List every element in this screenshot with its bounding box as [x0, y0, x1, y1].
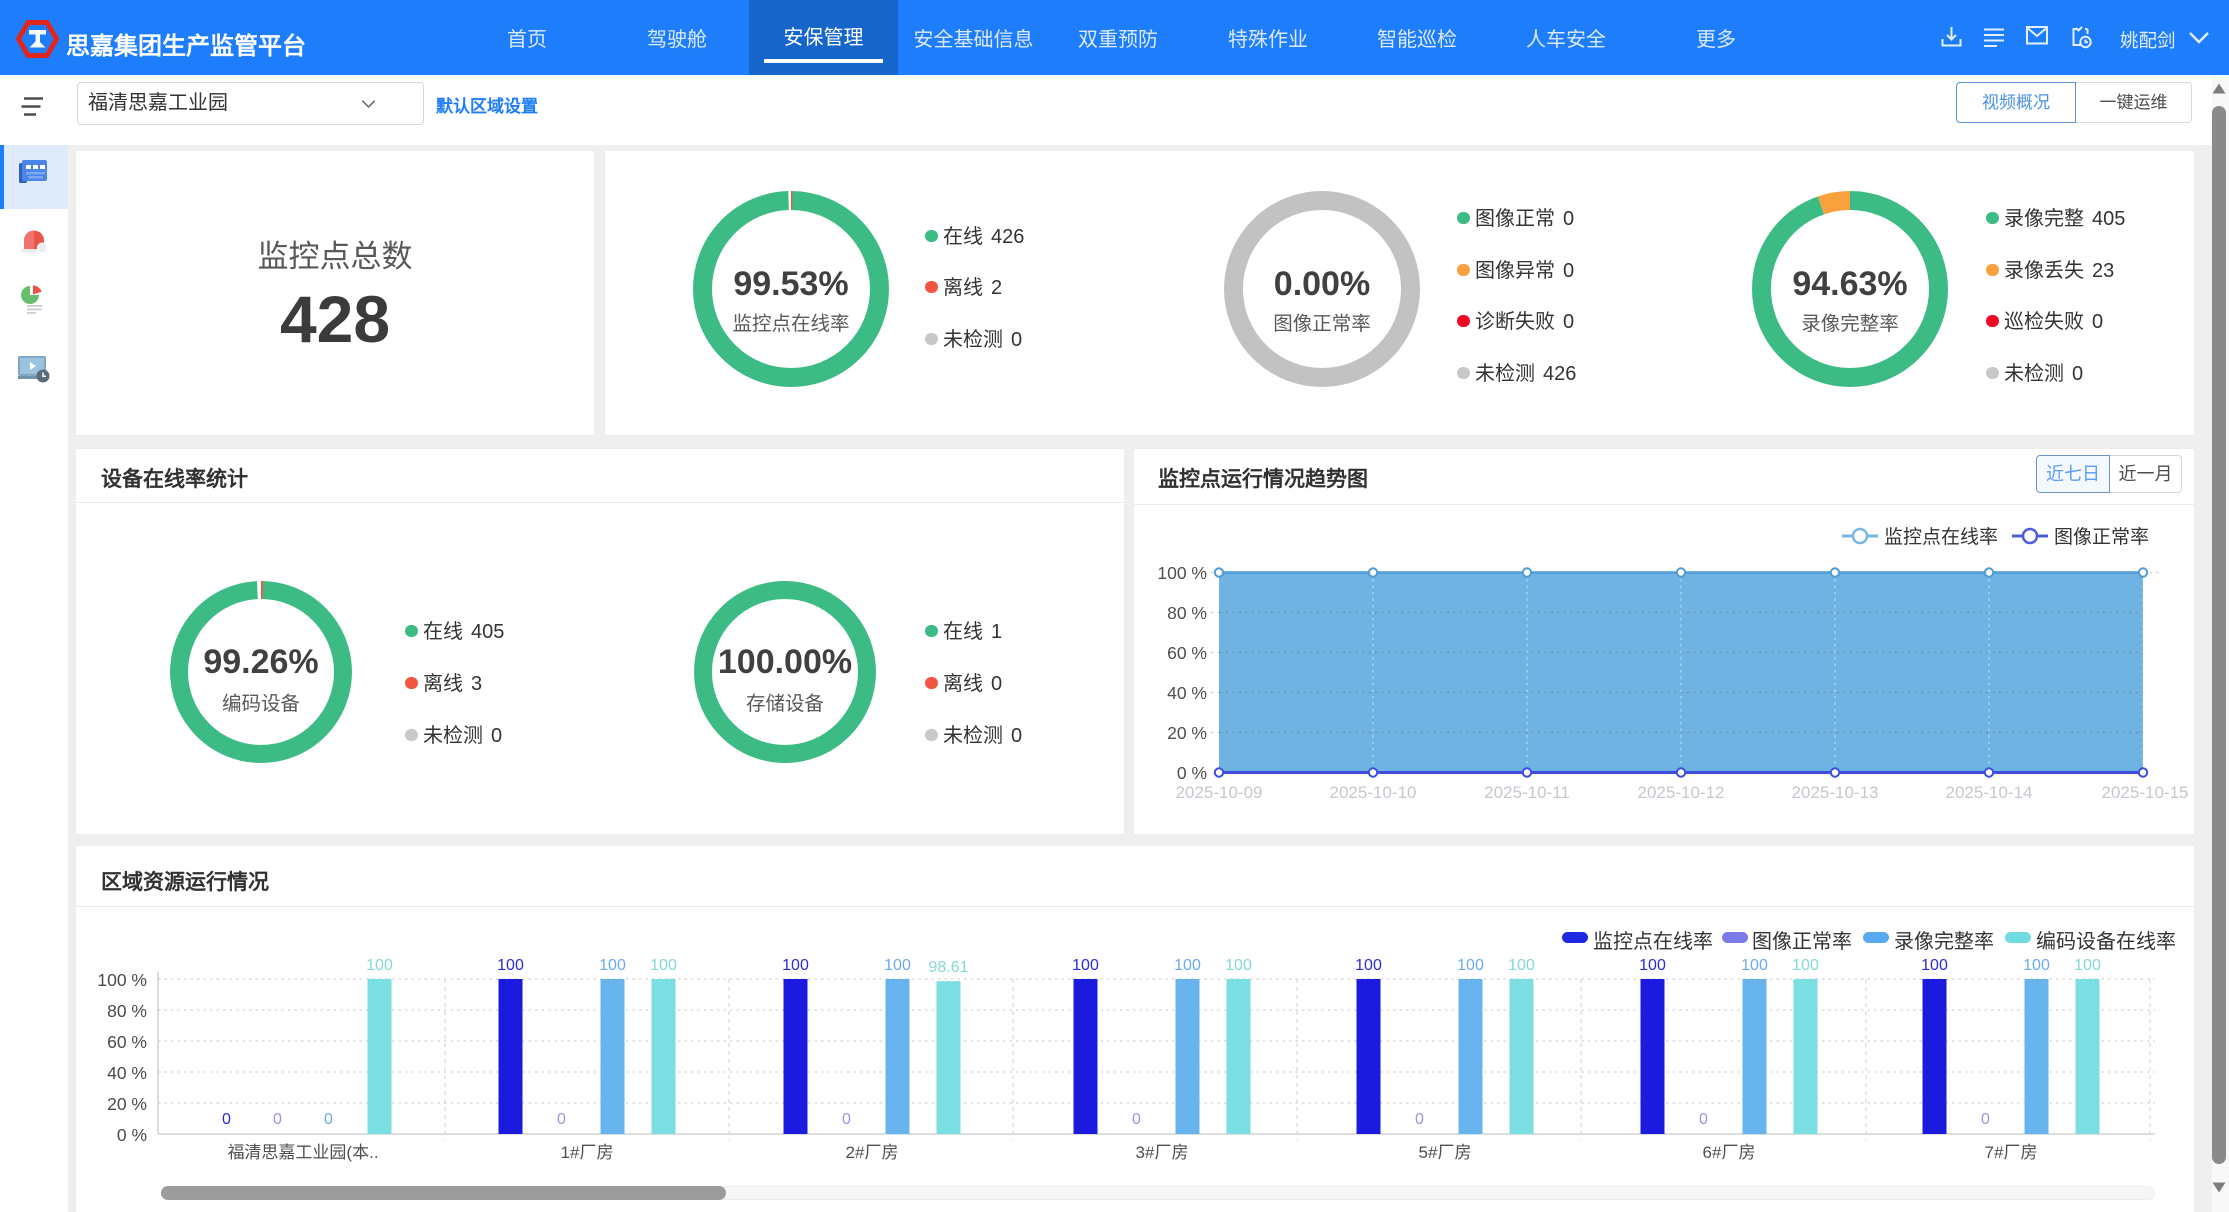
- svg-text:100: 100: [1921, 957, 1948, 974]
- svg-text:100: 100: [650, 957, 677, 974]
- svg-text:图像正常率: 图像正常率: [2054, 526, 2149, 548]
- svg-text:100: 100: [1457, 957, 1484, 974]
- svg-text:0 %: 0 %: [1177, 763, 1207, 783]
- svg-text:100: 100: [1072, 957, 1099, 974]
- svg-text:60 %: 60 %: [1167, 643, 1207, 663]
- svg-text:图像正常率: 图像正常率: [1752, 930, 1852, 953]
- svg-text:录像完整率: 录像完整率: [1894, 930, 1994, 953]
- svg-text:0: 0: [1415, 1111, 1424, 1128]
- svg-text:2025-10-12: 2025-10-12: [1638, 783, 1725, 802]
- svg-text:80 %: 80 %: [1167, 603, 1207, 623]
- svg-text:100 %: 100 %: [1157, 563, 1207, 583]
- svg-text:100 %: 100 %: [97, 970, 147, 990]
- svg-text:100: 100: [884, 957, 911, 974]
- svg-text:编码设备在线率: 编码设备在线率: [2036, 930, 2176, 953]
- svg-text:2025-10-14: 2025-10-14: [1946, 783, 2033, 802]
- svg-text:3#厂房: 3#厂房: [1136, 1143, 1189, 1162]
- svg-text:100: 100: [1741, 957, 1768, 974]
- svg-text:100: 100: [497, 957, 524, 974]
- svg-text:2025-10-10: 2025-10-10: [1330, 783, 1417, 802]
- svg-text:0 %: 0 %: [117, 1125, 147, 1145]
- svg-text:100: 100: [1225, 957, 1252, 974]
- svg-text:6#厂房: 6#厂房: [1703, 1143, 1756, 1162]
- svg-text:100: 100: [1355, 957, 1382, 974]
- svg-text:7#厂房: 7#厂房: [1985, 1143, 2038, 1162]
- svg-text:福清思嘉工业园(本..: 福清思嘉工业园(本..: [227, 1143, 378, 1162]
- svg-text:监控点在线率: 监控点在线率: [1884, 526, 1998, 548]
- svg-text:100: 100: [1792, 957, 1819, 974]
- svg-text:2025-10-09: 2025-10-09: [1176, 783, 1263, 802]
- svg-text:0: 0: [1699, 1111, 1708, 1128]
- svg-text:2025-10-11: 2025-10-11: [1484, 783, 1570, 802]
- svg-text:5#厂房: 5#厂房: [1419, 1143, 1472, 1162]
- svg-text:80 %: 80 %: [107, 1001, 147, 1021]
- svg-text:100: 100: [599, 957, 626, 974]
- svg-text:0: 0: [222, 1111, 231, 1128]
- svg-text:2#厂房: 2#厂房: [846, 1143, 899, 1162]
- svg-text:60 %: 60 %: [107, 1032, 147, 1052]
- svg-text:20 %: 20 %: [107, 1094, 147, 1114]
- svg-text:0: 0: [1132, 1111, 1141, 1128]
- svg-text:1#厂房: 1#厂房: [561, 1143, 614, 1162]
- svg-text:100: 100: [782, 957, 809, 974]
- svg-text:100: 100: [1639, 957, 1666, 974]
- svg-text:0: 0: [273, 1111, 282, 1128]
- svg-text:100: 100: [1508, 957, 1535, 974]
- svg-text:监控点在线率: 监控点在线率: [1593, 930, 1713, 953]
- svg-text:2025-10-13: 2025-10-13: [1792, 783, 1879, 802]
- svg-text:40 %: 40 %: [1167, 683, 1207, 703]
- svg-text:0: 0: [324, 1111, 333, 1128]
- svg-text:100: 100: [1174, 957, 1201, 974]
- svg-text:0: 0: [1981, 1111, 1990, 1128]
- svg-text:100: 100: [366, 957, 393, 974]
- svg-text:20 %: 20 %: [1167, 723, 1207, 743]
- svg-text:40 %: 40 %: [107, 1063, 147, 1083]
- svg-text:0: 0: [557, 1111, 566, 1128]
- svg-text:100: 100: [2074, 957, 2101, 974]
- svg-text:100: 100: [2023, 957, 2050, 974]
- svg-text:98.61: 98.61: [928, 959, 968, 976]
- svg-text:2025-10-15: 2025-10-15: [2102, 783, 2189, 802]
- svg-text:0: 0: [842, 1111, 851, 1128]
